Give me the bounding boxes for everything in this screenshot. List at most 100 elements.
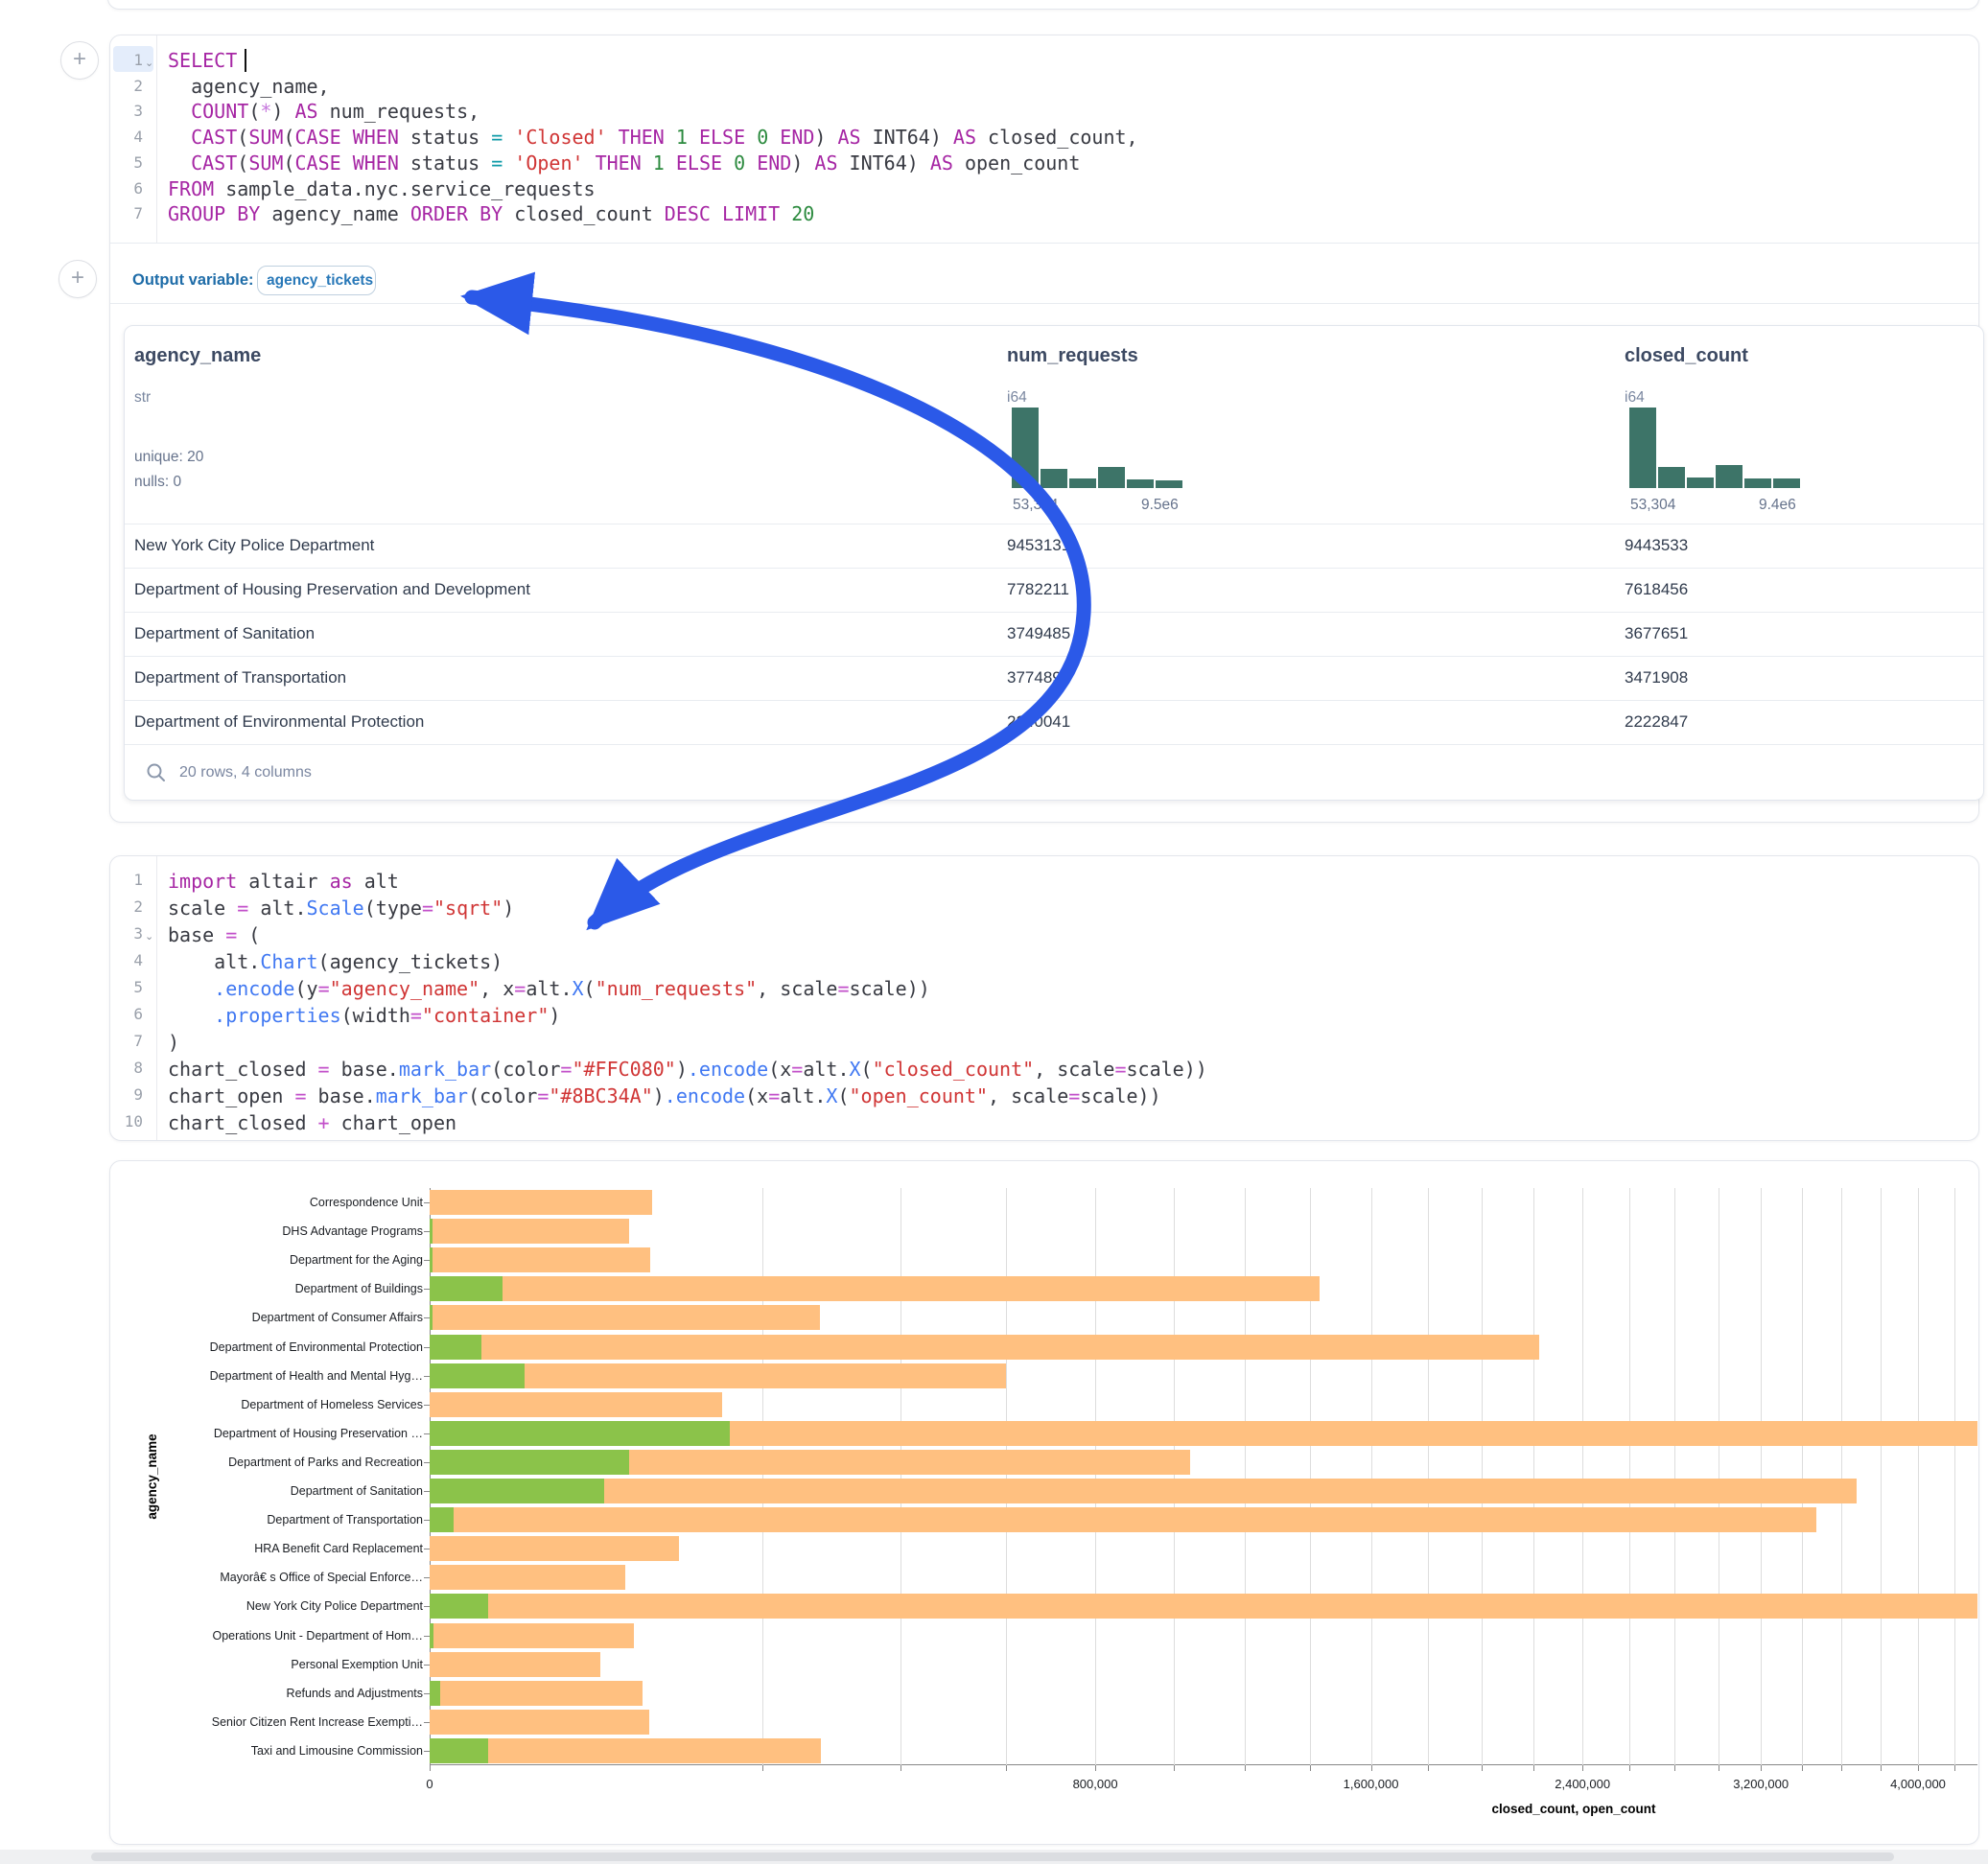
y-axis-label: HRA Benefit Card Replacement bbox=[168, 1542, 423, 1555]
code-line: base = ( bbox=[168, 921, 260, 948]
x-axis-tick bbox=[1482, 1765, 1483, 1771]
search-icon[interactable] bbox=[146, 762, 167, 783]
code-token: THEN bbox=[619, 126, 665, 149]
x-axis-tick bbox=[1954, 1765, 1955, 1771]
code-token: = bbox=[225, 923, 237, 946]
code-token: Scale bbox=[307, 897, 364, 920]
code-token: CAST bbox=[191, 126, 237, 149]
output-variable-chip[interactable]: agency_tickets bbox=[257, 266, 376, 295]
code-token bbox=[722, 151, 734, 175]
fold-chevron-icon[interactable]: ⌄ bbox=[145, 930, 153, 943]
code-token: (color bbox=[468, 1084, 537, 1107]
gridline bbox=[1371, 1188, 1372, 1765]
column-header[interactable]: closed_count bbox=[1625, 345, 1748, 367]
code-token bbox=[503, 151, 514, 175]
code-line: .encode(y="agency_name", x=alt.X("num_re… bbox=[168, 975, 930, 1002]
code-token bbox=[665, 151, 676, 175]
code-token bbox=[768, 126, 780, 149]
bar-open-count bbox=[430, 1594, 488, 1619]
gridline bbox=[1841, 1188, 1842, 1765]
code-token: import bbox=[168, 870, 237, 893]
y-axis-label: Taxi and Limousine Commission bbox=[168, 1744, 423, 1758]
table-row[interactable]: Department of Housing Preservation and D… bbox=[125, 568, 1983, 613]
code-token: = bbox=[768, 1084, 780, 1107]
code-line: CAST(SUM(CASE WHEN status = 'Closed' THE… bbox=[168, 125, 1138, 151]
bar-closed-count bbox=[430, 1623, 634, 1648]
code-token: "sqrt" bbox=[433, 897, 503, 920]
x-axis-tick-label: 2,400,000 bbox=[1555, 1777, 1610, 1791]
histogram-bar bbox=[1011, 407, 1040, 489]
column-header[interactable]: num_requests bbox=[1007, 345, 1138, 367]
code-token: scale)) bbox=[850, 977, 930, 1000]
table-row[interactable]: Department of Sanitation37494853677651 bbox=[125, 612, 1983, 657]
bar-open-count bbox=[430, 1507, 454, 1532]
table-row[interactable]: New York City Police Department945313194… bbox=[125, 524, 1983, 569]
column-header[interactable]: agency_name bbox=[134, 345, 261, 367]
code-token: FROM bbox=[168, 177, 214, 200]
code-token: LIMIT bbox=[722, 202, 780, 225]
code-token: altair bbox=[237, 870, 329, 893]
code-token: X bbox=[850, 1058, 861, 1081]
code-token bbox=[745, 151, 757, 175]
x-axis-tick bbox=[1095, 1765, 1096, 1771]
table-row[interactable]: Department of Transportation377489234719… bbox=[125, 656, 1983, 701]
x-axis-tick bbox=[1918, 1765, 1919, 1771]
code-token: chart_open bbox=[168, 1084, 294, 1107]
y-axis-label: Department of Parks and Recreation bbox=[168, 1456, 423, 1469]
y-axis-label: Department for the Aging bbox=[168, 1253, 423, 1267]
x-axis-tick bbox=[900, 1765, 901, 1771]
code-token: = bbox=[537, 1084, 549, 1107]
gridline bbox=[1245, 1188, 1246, 1765]
bar-closed-count bbox=[430, 1710, 649, 1735]
code-token: (agency_tickets) bbox=[318, 950, 503, 973]
code-token: = bbox=[410, 1004, 422, 1027]
code-token: (x bbox=[745, 1084, 768, 1107]
gridline bbox=[1482, 1188, 1483, 1765]
y-axis-label: Department of Environmental Protection bbox=[168, 1340, 423, 1354]
line-number: 3 bbox=[133, 924, 143, 943]
bar-closed-count bbox=[430, 1594, 1977, 1619]
code-token: mark_bar bbox=[376, 1084, 468, 1107]
x-axis-tick bbox=[762, 1765, 763, 1771]
table-cell: 7782211 bbox=[1007, 580, 1069, 599]
code-token: = bbox=[514, 977, 526, 1000]
x-axis-tick-label: 1,600,000 bbox=[1344, 1777, 1399, 1791]
code-token: alt. bbox=[803, 1058, 849, 1081]
line-number: 9 bbox=[133, 1085, 143, 1104]
code-token: base. bbox=[307, 1084, 376, 1107]
code-token: Chart bbox=[260, 950, 317, 973]
table-row[interactable]: Department of Environmental Protection22… bbox=[125, 700, 1983, 745]
bar-open-count bbox=[430, 1276, 503, 1301]
code-token: alt. bbox=[526, 977, 572, 1000]
x-axis-tick bbox=[1174, 1765, 1175, 1771]
code-token: CAST bbox=[191, 151, 237, 175]
python-cell[interactable]: 123⌄45678910 import altair as altscale =… bbox=[109, 855, 1979, 1141]
code-token: * bbox=[260, 100, 271, 123]
line-number: 7 bbox=[133, 204, 143, 222]
sql-cell[interactable]: 1⌄234567 Output variable: agency_tickets… bbox=[109, 35, 1979, 823]
code-token: ) bbox=[271, 100, 294, 123]
code-token: (width bbox=[341, 1004, 410, 1027]
line-number: 6 bbox=[133, 179, 143, 198]
line-number: 3 bbox=[133, 102, 143, 120]
code-token: AS bbox=[953, 126, 976, 149]
add-cell-button[interactable]: + bbox=[60, 41, 99, 80]
add-cell-button[interactable]: + bbox=[58, 260, 97, 298]
gridline bbox=[1918, 1188, 1919, 1765]
bar-open-count bbox=[430, 1219, 433, 1244]
bar-closed-count bbox=[430, 1190, 652, 1215]
fold-chevron-icon[interactable]: ⌄ bbox=[145, 57, 153, 69]
code-token: 1 bbox=[676, 126, 688, 149]
horizontal-scrollbar-thumb[interactable] bbox=[91, 1852, 1894, 1861]
text-caret bbox=[245, 49, 246, 72]
gridline bbox=[1095, 1188, 1096, 1765]
histogram-min-label: 53,304 bbox=[1013, 497, 1058, 514]
x-axis-title: closed_count, open_count bbox=[1491, 1802, 1655, 1816]
y-axis-label: Department of Buildings bbox=[168, 1282, 423, 1295]
table-cell: 7618456 bbox=[1625, 580, 1688, 599]
code-token: , x bbox=[479, 977, 514, 1000]
code-token bbox=[711, 202, 722, 225]
x-axis-tick-label: 800,000 bbox=[1073, 1777, 1118, 1791]
table-cell: 2240041 bbox=[1007, 712, 1070, 732]
bar-closed-count bbox=[430, 1335, 1539, 1360]
